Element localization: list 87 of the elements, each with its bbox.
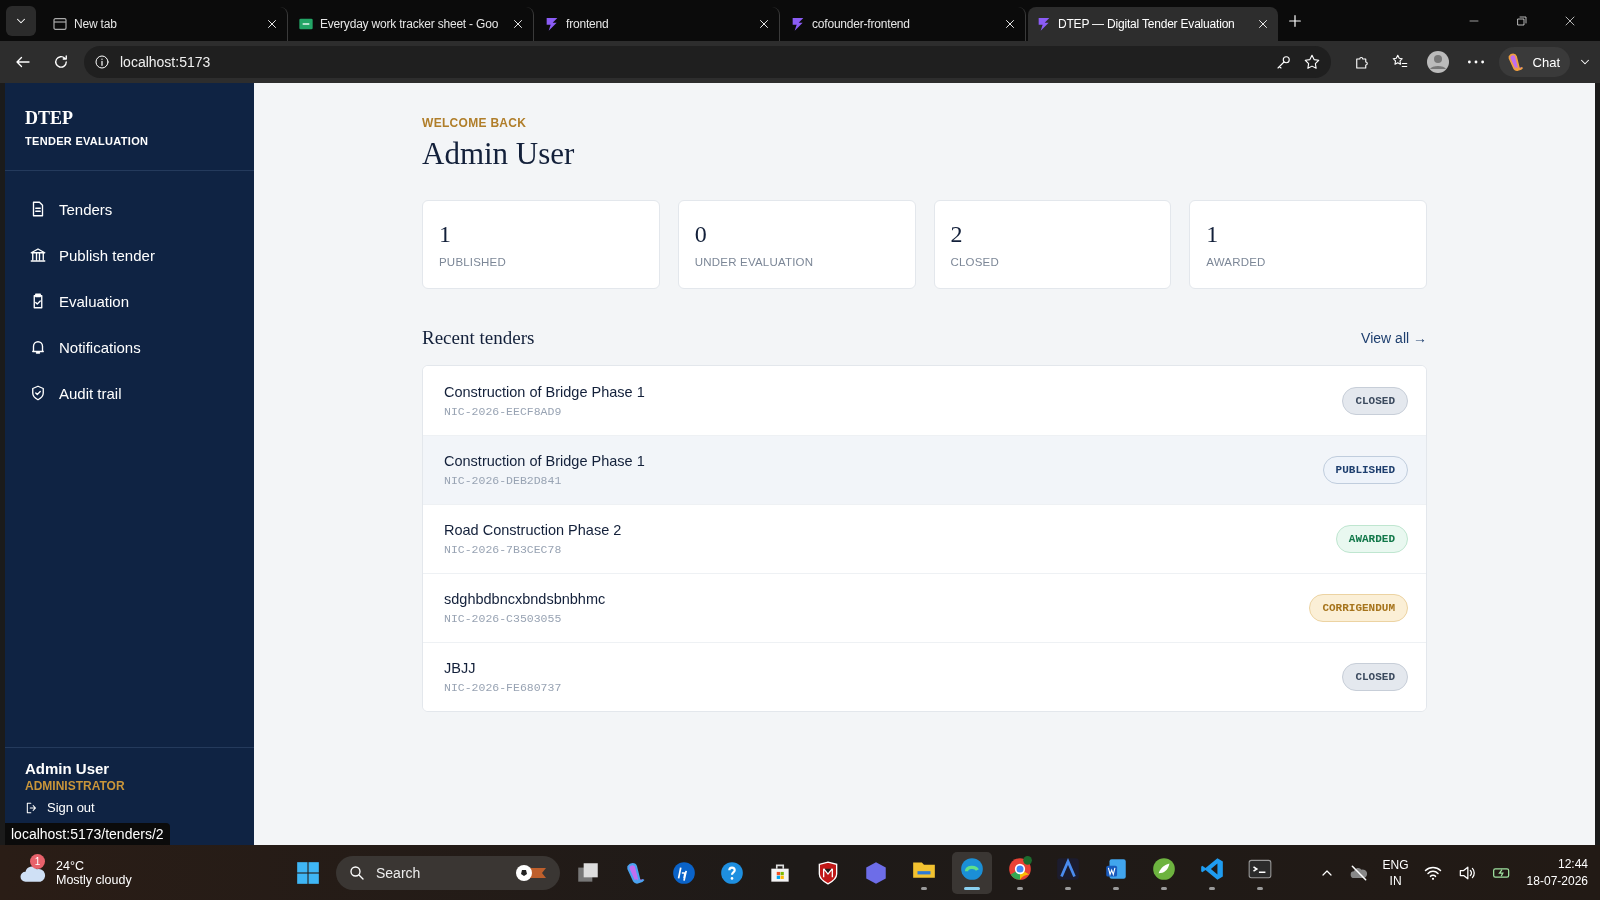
- stat-value: 2: [950, 221, 964, 248]
- stat-label: UNDER EVALUATION: [694, 256, 815, 268]
- peak-logo-icon: [1055, 855, 1081, 882]
- close-icon: [1564, 14, 1576, 27]
- search-icon: [348, 863, 366, 882]
- tender-row[interactable]: Construction of Bridge Phase 1 NIC-2026-DEB2D841 PUBLISHED: [423, 435, 1426, 504]
- page-title: Admin User: [422, 136, 576, 172]
- language-indicator[interactable]: ENG IN: [1382, 856, 1409, 889]
- lightning-icon: [1036, 16, 1052, 32]
- sidebar-item[interactable]: Notifications: [17, 327, 242, 367]
- status-badge: CLOSED: [1342, 386, 1408, 415]
- notification-count: 1: [30, 853, 45, 869]
- status-badge: CORRIGENDUM: [1309, 594, 1408, 622]
- chat-button[interactable]: Chat: [1498, 47, 1570, 77]
- lightning-icon: [790, 16, 806, 32]
- sign-out-icon: [25, 800, 39, 815]
- brand-title: DTEP: [25, 108, 74, 129]
- running-indicator: [1113, 886, 1119, 890]
- tender-code: NIC-2026-FE680737: [444, 681, 562, 694]
- tender-code: NIC-2026-DEB2D841: [444, 474, 563, 487]
- running-indicator: [1209, 886, 1215, 890]
- stat-label: AWARDED: [1206, 256, 1267, 268]
- status-badge: AWARDED: [1335, 525, 1408, 553]
- browser-tab[interactable]: DTEP — Digital Tender Evaluation: [1028, 7, 1278, 41]
- stat-value: 1: [1206, 221, 1220, 248]
- close-icon: [266, 18, 278, 30]
- tender-title: Construction of Bridge Phase 1: [444, 383, 645, 400]
- shield-icon: [29, 384, 47, 402]
- user-name: Admin User: [25, 760, 111, 777]
- status-badge: PUBLISHED: [1322, 456, 1408, 484]
- bell-icon: [29, 338, 47, 356]
- link-status-tooltip: localhost:5173/tenders/2: [5, 823, 170, 845]
- status-badge: CLOSED: [1342, 663, 1408, 691]
- tender-title: JBJJ: [444, 660, 477, 676]
- close-icon: [1004, 18, 1016, 30]
- avatar-icon: [1425, 50, 1450, 74]
- tender-title: sdghbdbncxbndsbnbhmc: [444, 591, 606, 607]
- welcome-label: WELCOME BACK: [422, 116, 528, 130]
- help-icon: [719, 859, 745, 886]
- code-editor-icon: [1199, 855, 1225, 882]
- tender-row[interactable]: JBJJ NIC-2026-FE680737 CLOSED: [423, 642, 1426, 711]
- lightning-icon: [544, 16, 560, 32]
- more-icon: [1466, 60, 1485, 64]
- section-title: Recent tenders: [422, 327, 535, 349]
- tender-code: NIC-2026-EECF8AD9: [444, 404, 563, 418]
- leaf-logo-icon: [1151, 855, 1177, 882]
- taskbar-app[interactable]: [952, 851, 992, 894]
- running-indicator: [1161, 886, 1167, 890]
- bank-icon: [29, 246, 47, 264]
- close-icon: [1257, 18, 1269, 30]
- address-bar[interactable]: localhost:5173: [84, 46, 1331, 78]
- tab-page-icon: [52, 16, 68, 32]
- stat-label: PUBLISHED: [439, 256, 507, 268]
- info-icon: [94, 54, 110, 70]
- windows-logo-icon: [295, 859, 321, 886]
- running-indicator: [921, 886, 927, 890]
- tender-title: Road Construction Phase 2: [444, 522, 622, 538]
- tender-title: Construction of Bridge Phase 1: [444, 453, 645, 469]
- restore-icon: [1516, 14, 1528, 27]
- sidebar-item[interactable]: Publish tender: [17, 235, 242, 275]
- search-field[interactable]: Search: [336, 855, 560, 890]
- hexagon-icon: [863, 859, 889, 886]
- tender-code: NIC-2026-7B3CEC78: [444, 543, 563, 556]
- sidebar-item[interactable]: Evaluation: [17, 281, 242, 321]
- stat-value: 1: [439, 221, 452, 248]
- temperature: 24°C: [56, 858, 85, 873]
- stat-value: 0: [694, 221, 708, 248]
- sign-out-link[interactable]: Sign out: [25, 800, 234, 815]
- running-indicator: [1017, 886, 1023, 890]
- running-indicator: [964, 886, 980, 890]
- running-indicator: [1257, 886, 1263, 890]
- view-all-link[interactable]: View all →: [1361, 330, 1427, 346]
- sidebar-item[interactable]: Tenders: [17, 189, 242, 229]
- close-icon: [758, 18, 770, 30]
- tender-code: NIC-2026-C3503055: [444, 612, 563, 625]
- stat-label: CLOSED: [950, 256, 1000, 268]
- close-icon: [512, 18, 524, 30]
- running-indicator: [1065, 886, 1071, 890]
- plus-icon: [1287, 12, 1303, 29]
- clock[interactable]: 12:44 18-07-2026: [1526, 855, 1588, 890]
- weather-condition: Mostly cloudy: [56, 872, 132, 887]
- star-icon[interactable]: [1302, 53, 1321, 71]
- reload-icon: [52, 53, 70, 71]
- user-role: ADMINISTRATOR: [25, 779, 126, 793]
- spreadsheet-icon: [298, 16, 314, 32]
- brand-subtitle: TENDER EVALUATION: [25, 135, 150, 147]
- sidebar-item[interactable]: Audit trail: [17, 373, 242, 413]
